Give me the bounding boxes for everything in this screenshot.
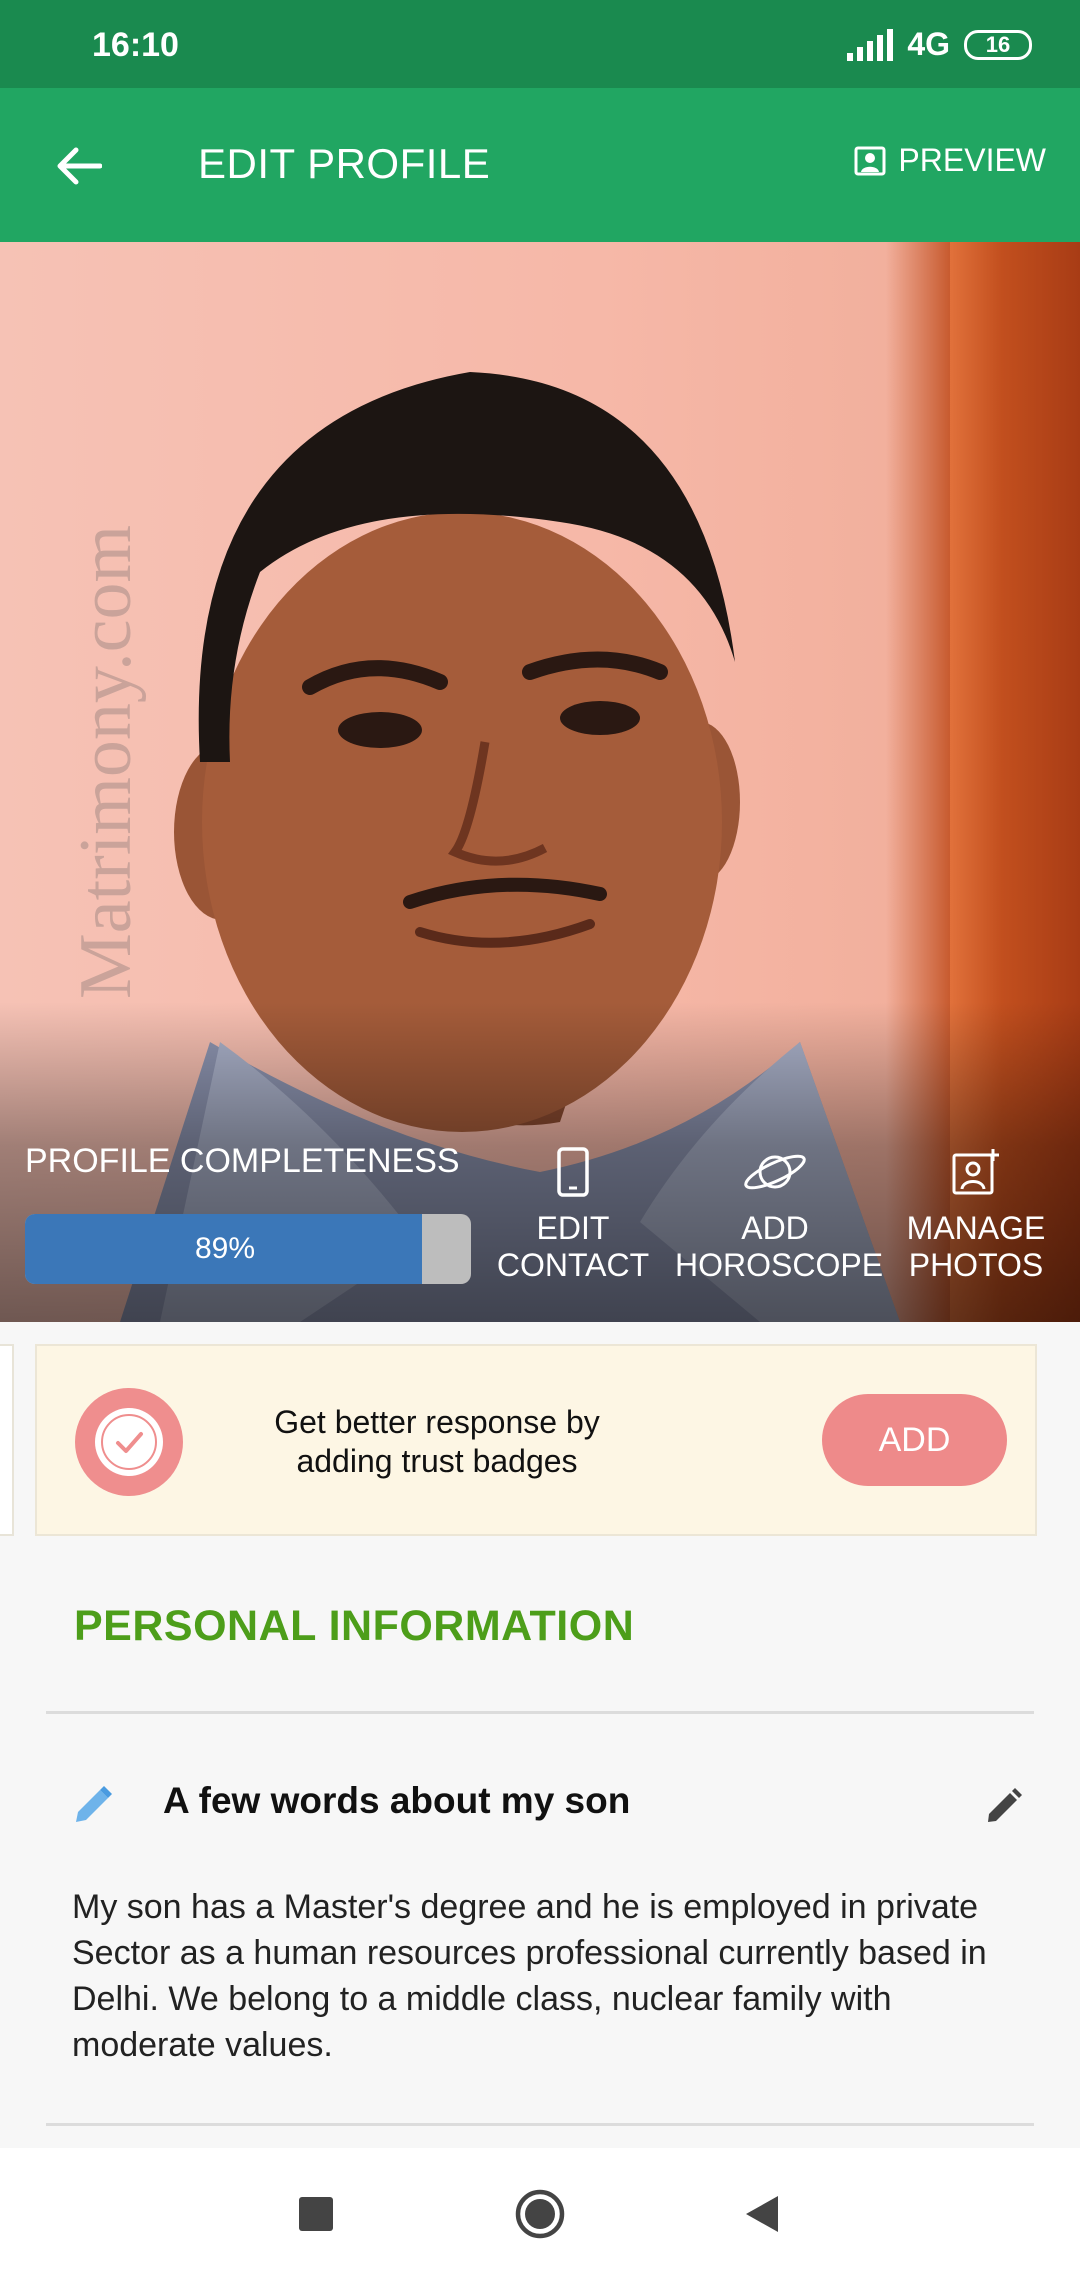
profile-completeness-bar: 89%	[25, 1214, 471, 1284]
manage-photos-line1: MANAGE	[906, 1210, 1046, 1246]
back-nav-button[interactable]	[730, 2182, 794, 2246]
previous-card-edge[interactable]	[0, 1344, 14, 1536]
add-horoscope-button[interactable]: ADD HOROSCOPE	[675, 1146, 884, 1284]
circle-icon	[515, 2189, 565, 2239]
edit-contact-line2: CONTACT	[496, 1247, 650, 1283]
add-photo-icon	[952, 1149, 999, 1195]
edit-profile-screen: 16:10 4G 16 EDIT PROFILE PREVIEW Matrimo…	[0, 0, 1080, 2280]
add-trust-badge-button[interactable]: ADD	[822, 1394, 1007, 1486]
preview-button[interactable]: PREVIEW	[854, 142, 1046, 179]
status-bar: 16:10 4G 16	[0, 0, 1080, 88]
profile-preview-icon	[854, 146, 886, 175]
divider	[46, 1711, 1034, 1714]
signal-icon	[847, 28, 894, 61]
edit-contact-line1: EDIT	[536, 1210, 610, 1246]
trust-badge-card: Get better response by adding trust badg…	[35, 1344, 1037, 1536]
phone-icon	[557, 1147, 589, 1197]
planet-icon	[744, 1154, 806, 1190]
manage-photos-line2: PHOTOS	[908, 1247, 1044, 1283]
battery-level: 16	[985, 31, 1011, 57]
progress-percent: 89%	[194, 1232, 256, 1265]
app-bar: EDIT PROFILE PREVIEW	[0, 88, 1080, 242]
manage-photos-button[interactable]: MANAGE PHOTOS	[876, 1146, 1076, 1284]
trust-badge-message: Get better response by adding trust badg…	[274, 1404, 600, 1479]
status-time: 16:10	[92, 26, 179, 64]
about-description: My son has a Master's degree and he is e…	[72, 1888, 987, 2064]
triangle-back-icon	[746, 2196, 778, 2232]
recents-button[interactable]	[284, 2182, 348, 2246]
square-icon	[299, 2197, 333, 2231]
home-button[interactable]	[508, 2182, 572, 2246]
divider	[46, 2123, 1034, 2126]
battery-icon: 16	[964, 29, 1032, 60]
back-arrow-icon	[57, 147, 102, 185]
pencil-icon	[76, 1786, 112, 1822]
about-title: A few words about my son	[163, 1780, 631, 1821]
page-title: EDIT PROFILE	[198, 140, 491, 187]
section-title-personal-information: PERSONAL INFORMATION	[74, 1602, 635, 1650]
profile-completeness-label: PROFILE COMPLETENESS	[25, 1142, 460, 1180]
add-horoscope-line1: ADD	[741, 1210, 809, 1246]
back-button[interactable]	[46, 134, 110, 198]
trust-badge-icon	[75, 1388, 183, 1496]
status-indicators: 4G 16	[847, 26, 1032, 63]
add-horoscope-line2: HOROSCOPE	[675, 1247, 884, 1283]
preview-label: PREVIEW	[898, 142, 1046, 178]
system-navigation-bar	[0, 2148, 1080, 2280]
edit-icon[interactable]	[982, 1784, 1026, 1828]
edit-contact-button[interactable]: EDIT CONTACT	[473, 1146, 673, 1284]
network-type: 4G	[907, 26, 950, 62]
